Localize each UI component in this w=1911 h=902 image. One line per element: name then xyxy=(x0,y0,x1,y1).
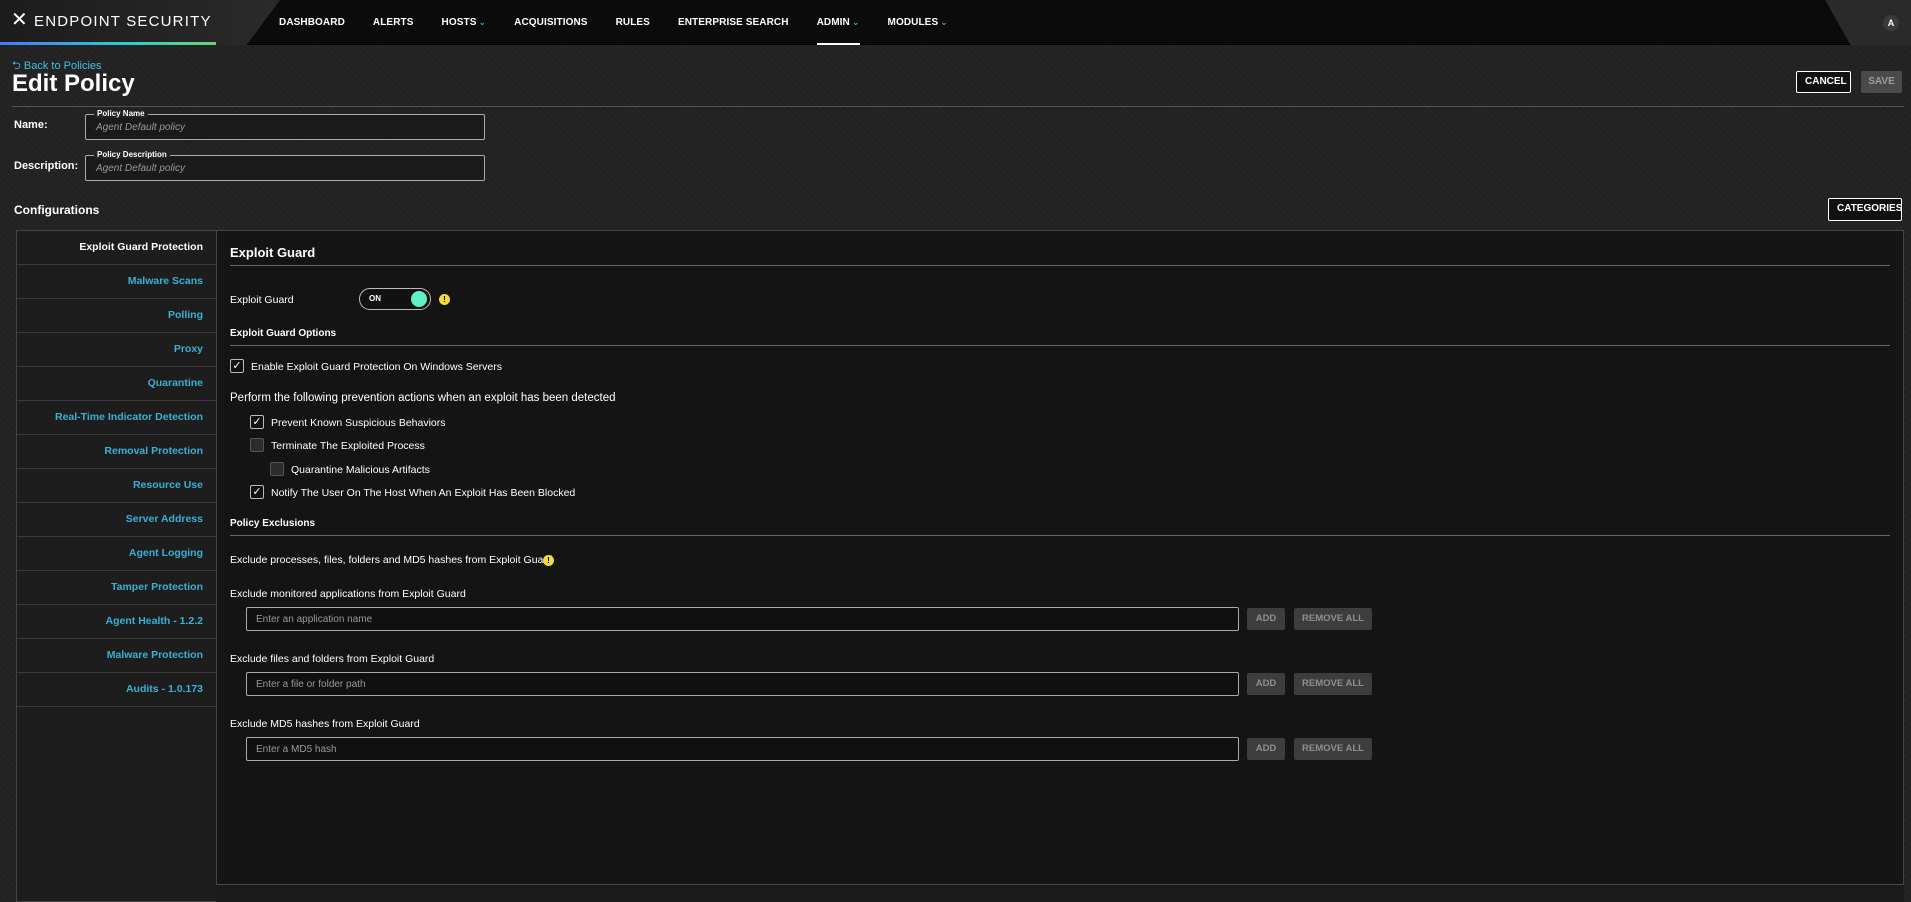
info-warning-icon[interactable]: ! xyxy=(543,555,554,566)
options-divider xyxy=(230,345,1890,346)
sidebar-item-quarantine[interactable]: Quarantine xyxy=(17,367,216,401)
page-title: Edit Policy xyxy=(12,70,135,97)
policy-name-legend: Policy Name xyxy=(94,109,148,118)
exploit-guard-toggle-label: Exploit Guard xyxy=(230,294,294,306)
policy-description-field[interactable]: Policy Description Agent Default policy xyxy=(85,150,485,181)
exclude-applications-label: Exclude monitored applications from Expl… xyxy=(230,588,466,600)
info-warning-icon[interactable]: ! xyxy=(439,294,450,305)
toggle-knob xyxy=(411,291,427,307)
header-divider xyxy=(12,106,1904,107)
prevent-suspicious-behaviors-checkbox[interactable]: ✓ xyxy=(250,415,264,429)
enable-servers-checkbox[interactable]: ✓ xyxy=(230,359,244,373)
exclusions-intro-text: Exclude processes, files, folders and MD… xyxy=(230,554,553,566)
sidebar-item-proxy[interactable]: Proxy xyxy=(17,333,216,367)
quarantine-artifacts-label: Quarantine Malicious Artifacts xyxy=(291,464,430,476)
chevron-down-icon: ⌄ xyxy=(851,17,860,27)
brand-accent-line xyxy=(0,42,216,45)
terminate-process-label: Terminate The Exploited Process xyxy=(271,440,425,452)
md5-hash-placeholder: Enter a MD5 hash xyxy=(256,744,337,755)
add-md5-button[interactable]: ADD xyxy=(1247,738,1285,760)
nav-modules[interactable]: MODULES ⌄ xyxy=(888,0,948,45)
policy-description-legend: Policy Description xyxy=(94,150,170,159)
categories-button[interactable]: CATEGORIES xyxy=(1828,198,1902,221)
nav-enterprise-search[interactable]: ENTERPRISE SEARCH xyxy=(678,0,789,45)
save-button[interactable]: SAVE xyxy=(1861,71,1902,93)
terminate-process-checkbox[interactable] xyxy=(250,438,264,452)
sidebar-item-exploit-guard-protection[interactable]: Exploit Guard Protection xyxy=(17,231,216,265)
application-name-placeholder: Enter an application name xyxy=(256,614,373,625)
exclusions-divider xyxy=(230,535,1890,536)
nav-alerts[interactable]: ALERTS xyxy=(373,0,414,45)
nav-hosts-label: HOSTS xyxy=(441,17,477,28)
panel-footer-strip xyxy=(216,885,1904,902)
file-folder-path-placeholder: Enter a file or folder path xyxy=(256,679,366,690)
quarantine-artifacts-checkbox[interactable] xyxy=(270,462,284,476)
policy-name-field[interactable]: Policy Name Agent Default policy xyxy=(85,109,485,140)
remove-all-files-folders-button[interactable]: REMOVE ALL xyxy=(1294,673,1372,695)
prevention-intro-text: Perform the following prevention actions… xyxy=(230,392,616,404)
chevron-down-icon: ⌄ xyxy=(478,17,487,27)
name-label: Name: xyxy=(14,119,48,131)
add-application-button[interactable]: ADD xyxy=(1247,608,1285,630)
policy-description-value: Agent Default policy xyxy=(96,163,185,174)
add-file-folder-button[interactable]: ADD xyxy=(1247,673,1285,695)
prevent-suspicious-behaviors-label: Prevent Known Suspicious Behaviors xyxy=(271,417,446,429)
panel-title: Exploit Guard xyxy=(230,245,316,260)
configurations-title: Configurations xyxy=(14,203,100,217)
exploit-guard-toggle[interactable]: ON xyxy=(359,288,431,310)
nav-admin-label: ADMIN xyxy=(816,17,850,28)
top-navigation-bar: ✕ ENDPOINT SECURITY DASHBOARD ALERTS HOS… xyxy=(0,0,1911,45)
exploit-guard-options-title: Exploit Guard Options xyxy=(230,328,337,339)
nav-modules-label: MODULES xyxy=(887,17,939,28)
cancel-button[interactable]: CANCEL xyxy=(1796,71,1851,93)
exclude-files-folders-label: Exclude files and folders from Exploit G… xyxy=(230,653,435,665)
policy-exclusions-title: Policy Exclusions xyxy=(230,518,316,529)
main-nav: DASHBOARD ALERTS HOSTS ⌄ ACQUISITIONS RUL… xyxy=(279,0,976,45)
sidebar-item-agent-health[interactable]: Agent Health - 1.2.2 xyxy=(17,605,216,639)
toggle-state-label: ON xyxy=(369,294,381,303)
file-folder-path-input[interactable]: Enter a file or folder path xyxy=(246,672,1239,696)
brand-name[interactable]: ENDPOINT SECURITY xyxy=(34,13,212,30)
notify-user-checkbox[interactable]: ✓ xyxy=(250,485,264,499)
chevron-down-icon: ⌄ xyxy=(940,17,948,27)
md5-hash-input[interactable]: Enter a MD5 hash xyxy=(246,737,1239,761)
description-label: Description: xyxy=(14,160,79,172)
exploit-guard-panel: Exploit Guard Exploit Guard ON ! Exploit… xyxy=(216,230,1904,885)
sidebar-item-tamper-protection[interactable]: Tamper Protection xyxy=(17,571,216,605)
nav-hosts[interactable]: HOSTS ⌄ xyxy=(442,0,487,45)
sidebar-item-real-time-indicator-detection[interactable]: Real-Time Indicator Detection xyxy=(17,401,216,435)
sidebar-item-malware-protection[interactable]: Malware Protection xyxy=(17,639,216,673)
sidebar-item-polling[interactable]: Polling xyxy=(17,299,216,333)
nav-dashboard[interactable]: DASHBOARD xyxy=(279,0,345,45)
remove-all-applications-button[interactable]: REMOVE ALL xyxy=(1294,608,1372,630)
sidebar-item-removal-protection[interactable]: Removal Protection xyxy=(17,435,216,469)
remove-all-md5-button[interactable]: REMOVE ALL xyxy=(1294,738,1372,760)
sidebar-item-agent-logging[interactable]: Agent Logging xyxy=(17,537,216,571)
sidebar-item-malware-scans[interactable]: Malware Scans xyxy=(17,265,216,299)
panel-title-divider xyxy=(230,265,1890,266)
exclude-md5-label: Exclude MD5 hashes from Exploit Guard xyxy=(230,718,420,730)
sidebar-item-server-address[interactable]: Server Address xyxy=(17,503,216,537)
nav-admin[interactable]: ADMIN ⌄ xyxy=(816,0,860,45)
nav-acquisitions[interactable]: ACQUISITIONS xyxy=(514,0,587,45)
configuration-sidebar: Exploit Guard Protection Malware Scans P… xyxy=(16,230,216,902)
policy-name-value: Agent Default policy xyxy=(96,122,185,133)
notify-user-label: Notify The User On The Host When An Expl… xyxy=(271,487,576,499)
enable-servers-label: Enable Exploit Guard Protection On Windo… xyxy=(251,361,502,373)
avatar[interactable]: A xyxy=(1883,15,1899,31)
sidebar-item-audits[interactable]: Audits - 1.0.173 xyxy=(17,673,216,707)
nav-rules[interactable]: RULES xyxy=(616,0,650,45)
brand-logo-icon[interactable]: ✕ xyxy=(11,10,29,30)
sidebar-item-resource-use[interactable]: Resource Use xyxy=(17,469,216,503)
application-name-input[interactable]: Enter an application name xyxy=(246,607,1239,631)
